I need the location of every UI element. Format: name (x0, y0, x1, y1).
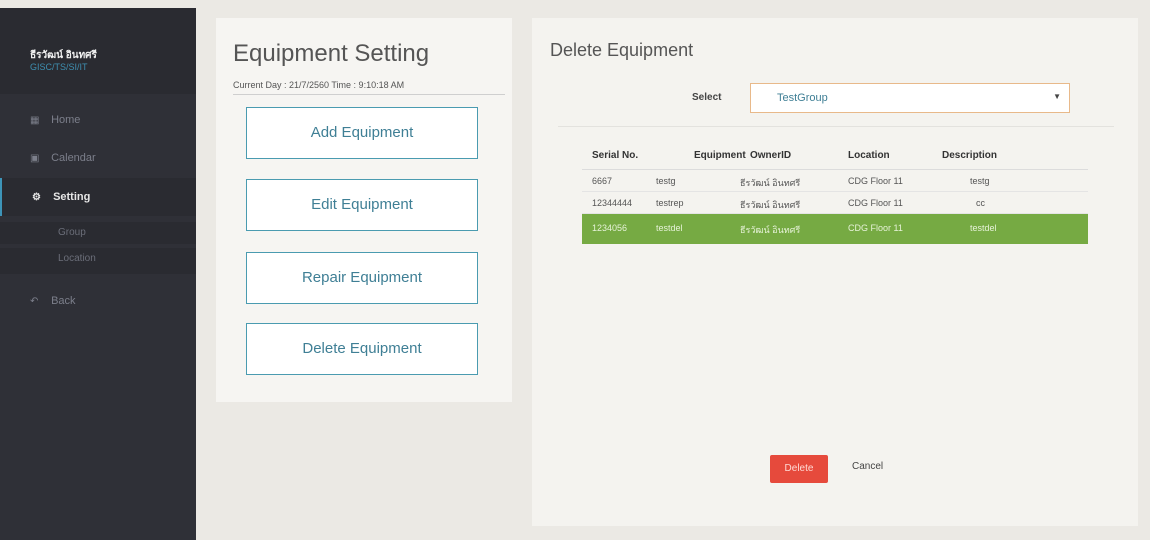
table-row[interactable]: 12344444 testrep ธีรวัฒน์ อินทศรี CDG Fl… (582, 192, 1088, 214)
column-header-owner: OwnerID (750, 150, 792, 161)
back-arrow-icon: ↶ (30, 296, 39, 307)
table-row[interactable]: 6667 testg ธีรวัฒน์ อินทศรี CDG Floor 11… (582, 170, 1088, 192)
cell-owner: ธีรวัฒน์ อินทศรี (740, 225, 801, 235)
user-profile: ธีรวัฒน์ อินทศรี GISC/TS/SI/IT (0, 8, 196, 94)
cell-description: testg (970, 176, 990, 186)
sidebar-item-home[interactable]: ▦ Home (0, 101, 196, 139)
sidebar-subitem-location[interactable]: Location (0, 248, 196, 274)
cell-serial: 12344444 (592, 198, 633, 208)
gear-icon: ⚙ (32, 192, 41, 203)
sidebar-subitem-group[interactable]: Group (0, 222, 196, 244)
sidebar-item-back[interactable]: ↶ Back (0, 282, 196, 320)
grid-icon: ▦ (30, 115, 40, 126)
delete-equipment-panel: Delete Equipment Select TestGroup ▼ Seri… (532, 18, 1138, 526)
cell-serial: 1234056 (592, 223, 628, 233)
cell-equipment: testg (656, 176, 676, 186)
cell-owner: ธีรวัฒน์ อินทศรี (740, 178, 801, 188)
user-org: GISC/TS/SI/IT (30, 62, 88, 72)
sidebar-item-label: Setting (53, 191, 91, 203)
repair-equipment-button[interactable]: Repair Equipment (246, 252, 478, 304)
sidebar-item-calendar[interactable]: ▣ Calendar (0, 139, 196, 177)
page-title: Equipment Setting (233, 40, 430, 67)
table-header: Serial No. Equipment OwnerID Location De… (582, 142, 1088, 170)
sidebar-top-strip (0, 0, 196, 8)
current-datetime: Current Day : 21/7/2560 Time : 9:10:18 A… (233, 80, 405, 90)
select-label: Select (692, 92, 722, 103)
sidebar-item-label: Calendar (51, 152, 96, 164)
column-header-description: Description (942, 150, 998, 161)
sidebar-item-label: Back (51, 295, 76, 307)
cell-equipment: testdel (656, 223, 683, 233)
cancel-button[interactable]: Cancel (852, 461, 883, 472)
panel-title: Delete Equipment (550, 40, 694, 60)
divider (558, 126, 1114, 127)
cell-owner: ธีรวัฒน์ อินทศรี (740, 200, 801, 210)
column-header-serial: Serial No. (592, 150, 639, 161)
table-row-selected[interactable]: 1234056 testdel ธีรวัฒน์ อินทศรี CDG Flo… (582, 214, 1088, 244)
equipment-setting-panel: Equipment Setting Current Day : 21/7/256… (216, 18, 512, 402)
sidebar-item-label: Home (51, 114, 81, 126)
sidebar-item-setting[interactable]: ⚙ Setting (0, 178, 196, 216)
cell-location: CDG Floor 11 (848, 223, 903, 233)
column-header-location: Location (848, 150, 890, 161)
equipment-table: Serial No. Equipment OwnerID Location De… (582, 142, 1088, 244)
user-name: ธีรวัฒน์ อินทศรี (30, 50, 97, 61)
group-select-value: TestGroup (777, 92, 828, 104)
calendar-icon: ▣ (30, 153, 40, 164)
edit-equipment-button[interactable]: Edit Equipment (246, 179, 478, 231)
column-header-equipment: Equipment (694, 150, 746, 161)
sidebar: ธีรวัฒน์ อินทศรี GISC/TS/SI/IT ▦ Home ▣ … (0, 0, 196, 540)
cell-location: CDG Floor 11 (848, 198, 903, 208)
cell-serial: 6667 (592, 176, 613, 186)
delete-equipment-button[interactable]: Delete Equipment (246, 323, 478, 375)
chevron-down-icon: ▼ (1053, 92, 1061, 101)
cell-description: testdel (970, 223, 997, 233)
cell-equipment: testrep (656, 198, 684, 208)
delete-button[interactable]: Delete (770, 455, 828, 483)
cell-location: CDG Floor 11 (848, 176, 903, 186)
add-equipment-button[interactable]: Add Equipment (246, 107, 478, 159)
group-select[interactable]: TestGroup ▼ (750, 83, 1070, 113)
cell-description: cc (976, 198, 985, 208)
title-divider (233, 94, 505, 95)
